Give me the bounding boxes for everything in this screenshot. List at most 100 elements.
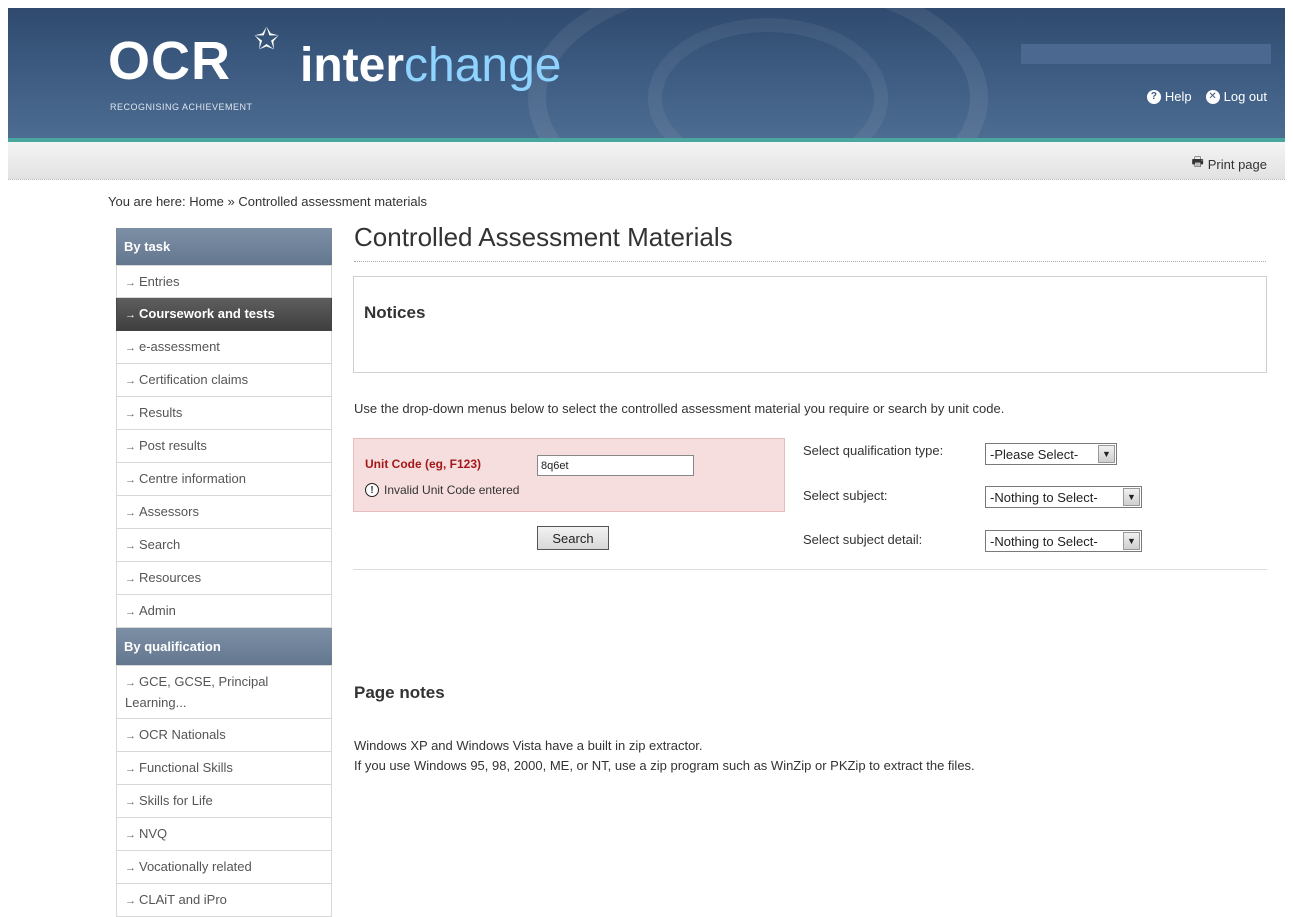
chevron-down-icon: ▼ xyxy=(1123,532,1140,550)
sidebar-item-nvq[interactable]: → NVQ xyxy=(116,818,332,851)
subject-detail-select[interactable]: -Nothing to Select- ▼ xyxy=(985,530,1142,552)
star-logo-icon: ✩ xyxy=(254,23,280,56)
sidebar-item-entries[interactable]: → Entries xyxy=(116,265,332,298)
unit-code-input[interactable] xyxy=(537,455,694,476)
sidebar-item-label: Centre information xyxy=(139,471,246,486)
breadcrumb-separator: » xyxy=(227,194,235,209)
arrow-icon: → xyxy=(125,895,136,907)
sidebar-item-label: Post results xyxy=(139,438,207,453)
sidebar-item-label: Assessors xyxy=(139,504,199,519)
arrow-icon: → xyxy=(125,677,136,689)
header-links: ? Help ✕ Log out xyxy=(1146,89,1267,104)
chevron-down-icon: ▼ xyxy=(1098,445,1115,463)
logo-tagline: RECOGNISING ACHIEVEMENT xyxy=(110,102,253,112)
ocr-logo[interactable]: OCR xyxy=(108,30,231,92)
arrow-icon: → xyxy=(125,408,136,420)
arrow-icon: → xyxy=(125,375,136,387)
sidebar-item-label: Admin xyxy=(139,603,176,618)
sidebar-item-search[interactable]: → Search xyxy=(116,529,332,562)
logo-product-change: change xyxy=(404,39,562,92)
sidebar-item-e-assessment[interactable]: → e-assessment xyxy=(116,331,332,364)
breadcrumb-prefix: You are here: xyxy=(108,194,186,209)
warning-icon: ! xyxy=(365,483,379,497)
notices-panel: Notices xyxy=(353,276,1267,373)
chevron-down-icon: ▼ xyxy=(1123,488,1140,506)
arrow-icon: → xyxy=(125,763,136,775)
subject-value: -Nothing to Select- xyxy=(990,490,1098,505)
arrow-icon: → xyxy=(125,309,136,321)
site-header: OCR ✩ RECOGNISING ACHIEVEMENT interchang… xyxy=(8,8,1285,138)
interchange-logo[interactable]: interchange xyxy=(300,38,562,93)
sidebar-item-results[interactable]: → Results xyxy=(116,397,332,430)
arrow-icon: → xyxy=(125,862,136,874)
arrow-icon: → xyxy=(125,606,136,618)
help-link[interactable]: ? Help xyxy=(1146,89,1192,104)
sidebar-item-resources[interactable]: → Resources xyxy=(116,562,332,595)
sidebar-item-label: Entries xyxy=(139,274,180,289)
subject-label: Select subject: xyxy=(803,488,888,503)
unit-code-label: Unit Code (eg, F123) xyxy=(365,457,482,471)
sidebar-item-label: Certification claims xyxy=(139,372,249,387)
sidebar-item-label: OCR Nationals xyxy=(139,727,226,742)
sidebar-item-ocr-nationals[interactable]: → OCR Nationals xyxy=(116,719,332,752)
arrow-icon: → xyxy=(125,277,136,289)
arrow-icon: → xyxy=(125,829,136,841)
unit-code-error-text: Invalid Unit Code entered xyxy=(384,483,520,497)
sidebar-item-gce-gcse[interactable]: → GCE, GCSE, Principal Learning... xyxy=(116,665,332,719)
sidebar-item-admin[interactable]: → Admin xyxy=(116,595,332,628)
header-panel xyxy=(1021,44,1271,64)
sidebar: By task → Entries → Coursework and tests →… xyxy=(116,228,332,917)
sidebar-item-label: Vocationally related xyxy=(139,859,252,874)
sidebar-item-label: Functional Skills xyxy=(139,760,233,775)
arrow-icon: → xyxy=(125,474,136,486)
arrow-icon: → xyxy=(125,507,136,519)
logout-link[interactable]: ✕ Log out xyxy=(1205,89,1267,104)
breadcrumb-home[interactable]: Home xyxy=(189,194,224,209)
print-page-link[interactable]: 🖶 Print page xyxy=(1191,153,1267,175)
qualification-type-label: Select qualification type: xyxy=(803,443,944,458)
page-notes-line-2: If you use Windows 95, 98, 2000, ME, or … xyxy=(354,758,975,773)
qualification-type-select[interactable]: -Please Select- ▼ xyxy=(985,443,1117,465)
sidebar-item-assessors[interactable]: → Assessors xyxy=(116,496,332,529)
subject-select[interactable]: -Nothing to Select- ▼ xyxy=(985,486,1142,508)
arrow-icon: → xyxy=(125,573,136,585)
sidebar-item-vocationally-related[interactable]: → Vocationally related xyxy=(116,851,332,884)
breadcrumb-current: Controlled assessment materials xyxy=(238,194,427,209)
intro-text: Use the drop-down menus below to select … xyxy=(354,401,1005,416)
unit-code-panel: Unit Code (eg, F123) ! Invalid Unit Code… xyxy=(353,438,785,512)
subject-detail-value: -Nothing to Select- xyxy=(990,534,1098,549)
printer-icon: 🖶 xyxy=(1191,154,1204,169)
sidebar-item-post-results[interactable]: → Post results xyxy=(116,430,332,463)
help-icon: ? xyxy=(1146,89,1161,104)
page-notes-line-1: Windows XP and Windows Vista have a buil… xyxy=(354,738,703,753)
breadcrumb: You are here: Home » Controlled assessme… xyxy=(108,194,427,209)
sidebar-item-label: Results xyxy=(139,405,183,420)
divider xyxy=(353,569,1267,570)
sidebar-heading-by-task: By task xyxy=(116,228,332,265)
arrow-icon: → xyxy=(125,730,136,742)
sidebar-item-label: NVQ xyxy=(139,826,168,841)
arrow-icon: → xyxy=(125,796,136,808)
search-button[interactable]: Search xyxy=(537,526,609,550)
sidebar-item-label: CLAiT and iPro xyxy=(139,892,227,907)
sidebar-item-label: GCE, GCSE, Principal Learning... xyxy=(125,674,269,710)
print-label: Print page xyxy=(1207,156,1267,172)
sidebar-item-certification-claims[interactable]: → Certification claims xyxy=(116,364,332,397)
sidebar-item-coursework[interactable]: → Coursework and tests xyxy=(116,298,332,331)
page-title: Controlled Assessment Materials xyxy=(354,220,1266,262)
logo-product-inter: inter xyxy=(300,39,405,92)
sidebar-item-skills-for-life[interactable]: → Skills for Life xyxy=(116,785,332,818)
close-icon: ✕ xyxy=(1205,89,1220,104)
logout-label: Log out xyxy=(1223,89,1267,104)
sidebar-item-clait-ipro[interactable]: → CLAiT and iPro xyxy=(116,884,332,917)
sidebar-item-label: Skills for Life xyxy=(139,793,213,808)
arrow-icon: → xyxy=(125,342,136,354)
sidebar-item-centre-information[interactable]: → Centre information xyxy=(116,463,332,496)
sidebar-item-label: Resources xyxy=(139,570,202,585)
arrow-icon: → xyxy=(125,540,136,552)
sidebar-item-label: Search xyxy=(139,537,181,552)
qualification-type-value: -Please Select- xyxy=(990,447,1079,462)
help-label: Help xyxy=(1164,89,1192,104)
sidebar-item-functional-skills[interactable]: → Functional Skills xyxy=(116,752,332,785)
toolbar: 🖶 Print page xyxy=(8,142,1285,180)
